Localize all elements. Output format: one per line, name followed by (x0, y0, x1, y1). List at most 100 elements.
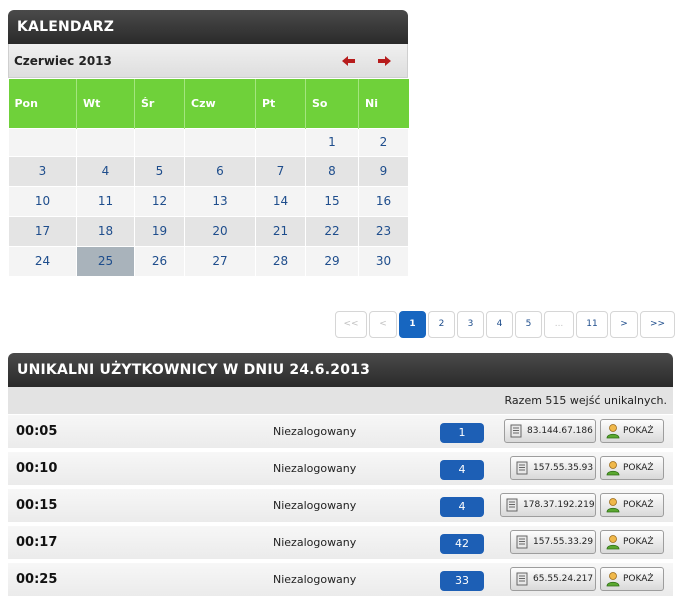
calendar-day[interactable]: 16 (358, 185, 409, 217)
pager-page[interactable]: 1 (399, 311, 426, 338)
calendar-day[interactable]: 25 (76, 245, 135, 277)
calendar-day[interactable]: 7 (255, 155, 306, 187)
next-month-arrow-icon[interactable] (374, 53, 394, 69)
visit-time: 00:10 (16, 461, 58, 476)
pager-page[interactable]: 3 (457, 311, 484, 338)
user-row: 00:17 Niezalogowany 42 157.55.33.29 POKAŻ (8, 526, 673, 560)
calendar-day[interactable]: 29 (305, 245, 359, 277)
show-user-label: POKAŻ (623, 500, 654, 510)
weekday-header: Czw (184, 79, 256, 128)
show-user-label: POKAŻ (623, 426, 654, 436)
pager-page[interactable]: 11 (576, 311, 608, 338)
show-user-button[interactable]: POKAŻ (600, 419, 664, 443)
pager-page[interactable]: 4 (486, 311, 513, 338)
calendar-day[interactable]: 2 (358, 127, 409, 157)
ip-address-button[interactable]: 157.55.33.29 (510, 530, 596, 554)
calendar-day[interactable]: 12 (134, 185, 185, 217)
ip-address-button[interactable]: 65.55.24.217 (510, 567, 596, 591)
month-title: Czerwiec 2013 (14, 54, 112, 68)
visit-count-badge: 42 (440, 534, 484, 554)
show-user-label: POKAŻ (623, 537, 654, 547)
ip-address-button[interactable]: 83.144.67.186 (504, 419, 596, 443)
calendar-day[interactable]: 11 (76, 185, 135, 217)
calendar-day[interactable]: 4 (76, 155, 135, 187)
show-user-label: POKAŻ (623, 463, 654, 473)
document-icon (506, 498, 518, 521)
calendar-empty-cell (184, 127, 256, 157)
calendar-day[interactable]: 28 (255, 245, 306, 277)
calendar-day[interactable]: 20 (184, 215, 256, 247)
ip-address-button[interactable]: 157.55.35.93 (510, 456, 596, 480)
user-row: 00:15 Niezalogowany 4 178.37.192.219 POKAŻ (8, 489, 673, 523)
pager-last[interactable]: >> (640, 311, 675, 338)
user-icon (606, 571, 620, 596)
login-status: Niezalogowany (273, 425, 357, 438)
users-summary: Razem 515 wejść unikalnych. (8, 387, 673, 414)
calendar-day[interactable]: 8 (305, 155, 359, 187)
calendar-day[interactable]: 15 (305, 185, 359, 217)
pager-first[interactable]: << (335, 311, 367, 338)
calendar-day[interactable]: 1 (305, 127, 359, 157)
calendar-empty-cell (134, 127, 185, 157)
calendar-day[interactable]: 17 (8, 215, 77, 247)
user-icon (606, 497, 620, 522)
document-icon (510, 424, 522, 447)
login-status: Niezalogowany (273, 536, 357, 549)
calendar-day[interactable]: 10 (8, 185, 77, 217)
show-user-button[interactable]: POKAŻ (600, 530, 664, 554)
calendar-day[interactable]: 26 (134, 245, 185, 277)
visit-count-badge: 4 (440, 497, 484, 517)
login-status: Niezalogowany (273, 462, 357, 475)
user-row: 00:10 Niezalogowany 4 157.55.35.93 POKAŻ (8, 452, 673, 486)
pager-page[interactable]: 5 (515, 311, 542, 338)
show-user-label: POKAŻ (623, 574, 654, 584)
visit-time: 00:17 (16, 535, 58, 550)
login-status: Niezalogowany (273, 499, 357, 512)
calendar-day[interactable]: 21 (255, 215, 306, 247)
weekday-header: So (305, 79, 359, 128)
calendar-day[interactable]: 5 (134, 155, 185, 187)
calendar-day[interactable]: 23 (358, 215, 409, 247)
weekday-header: Pon (8, 79, 77, 128)
ip-address-button[interactable]: 178.37.192.219 (500, 493, 596, 517)
calendar-empty-cell (76, 127, 135, 157)
visit-time: 00:15 (16, 498, 58, 513)
calendar-day[interactable]: 3 (8, 155, 77, 187)
calendar-day[interactable]: 30 (358, 245, 409, 277)
ip-address-label: 157.55.35.93 (533, 463, 594, 473)
visit-count-badge: 33 (440, 571, 484, 591)
show-user-button[interactable]: POKAŻ (600, 493, 664, 517)
show-user-button[interactable]: POKAŻ (600, 567, 664, 591)
calendar-day[interactable]: 27 (184, 245, 256, 277)
prev-month-arrow-icon[interactable] (339, 53, 359, 69)
user-icon (606, 534, 620, 559)
pager-page[interactable]: 2 (428, 311, 455, 338)
pager-next[interactable]: > (610, 311, 638, 338)
calendar-day[interactable]: 9 (358, 155, 409, 187)
ip-address-label: 83.144.67.186 (527, 426, 593, 436)
ip-address-label: 65.55.24.217 (533, 574, 594, 584)
visit-count-badge: 4 (440, 460, 484, 480)
calendar-day[interactable]: 24 (8, 245, 77, 277)
visit-time: 00:25 (16, 572, 58, 587)
pager-prev[interactable]: < (369, 311, 397, 338)
user-row: 00:05 Niezalogowany 1 83.144.67.186 POKAŻ (8, 415, 673, 449)
calendar-day[interactable]: 18 (76, 215, 135, 247)
login-status: Niezalogowany (273, 573, 357, 586)
user-icon (606, 423, 620, 448)
pager-ellipsis: ... (544, 311, 574, 338)
calendar-day[interactable]: 19 (134, 215, 185, 247)
user-row: 00:25 Niezalogowany 33 65.55.24.217 POKAŻ (8, 563, 673, 597)
show-user-button[interactable]: POKAŻ (600, 456, 664, 480)
calendar-day[interactable]: 6 (184, 155, 256, 187)
calendar-day[interactable]: 22 (305, 215, 359, 247)
document-icon (516, 461, 528, 484)
document-icon (516, 535, 528, 558)
month-bar: Czerwiec 2013 (8, 44, 408, 78)
calendar-day[interactable]: 13 (184, 185, 256, 217)
weekday-header: Śr (134, 79, 185, 128)
calendar-grid: Pon Wt Śr Czw Pt So Ni 1 2 3 4 5 6 7 8 9 10 11 12 13 14 15 16… (8, 79, 409, 277)
calendar-empty-cell (8, 127, 77, 157)
weekday-header: Ni (358, 79, 409, 128)
calendar-day[interactable]: 14 (255, 185, 306, 217)
